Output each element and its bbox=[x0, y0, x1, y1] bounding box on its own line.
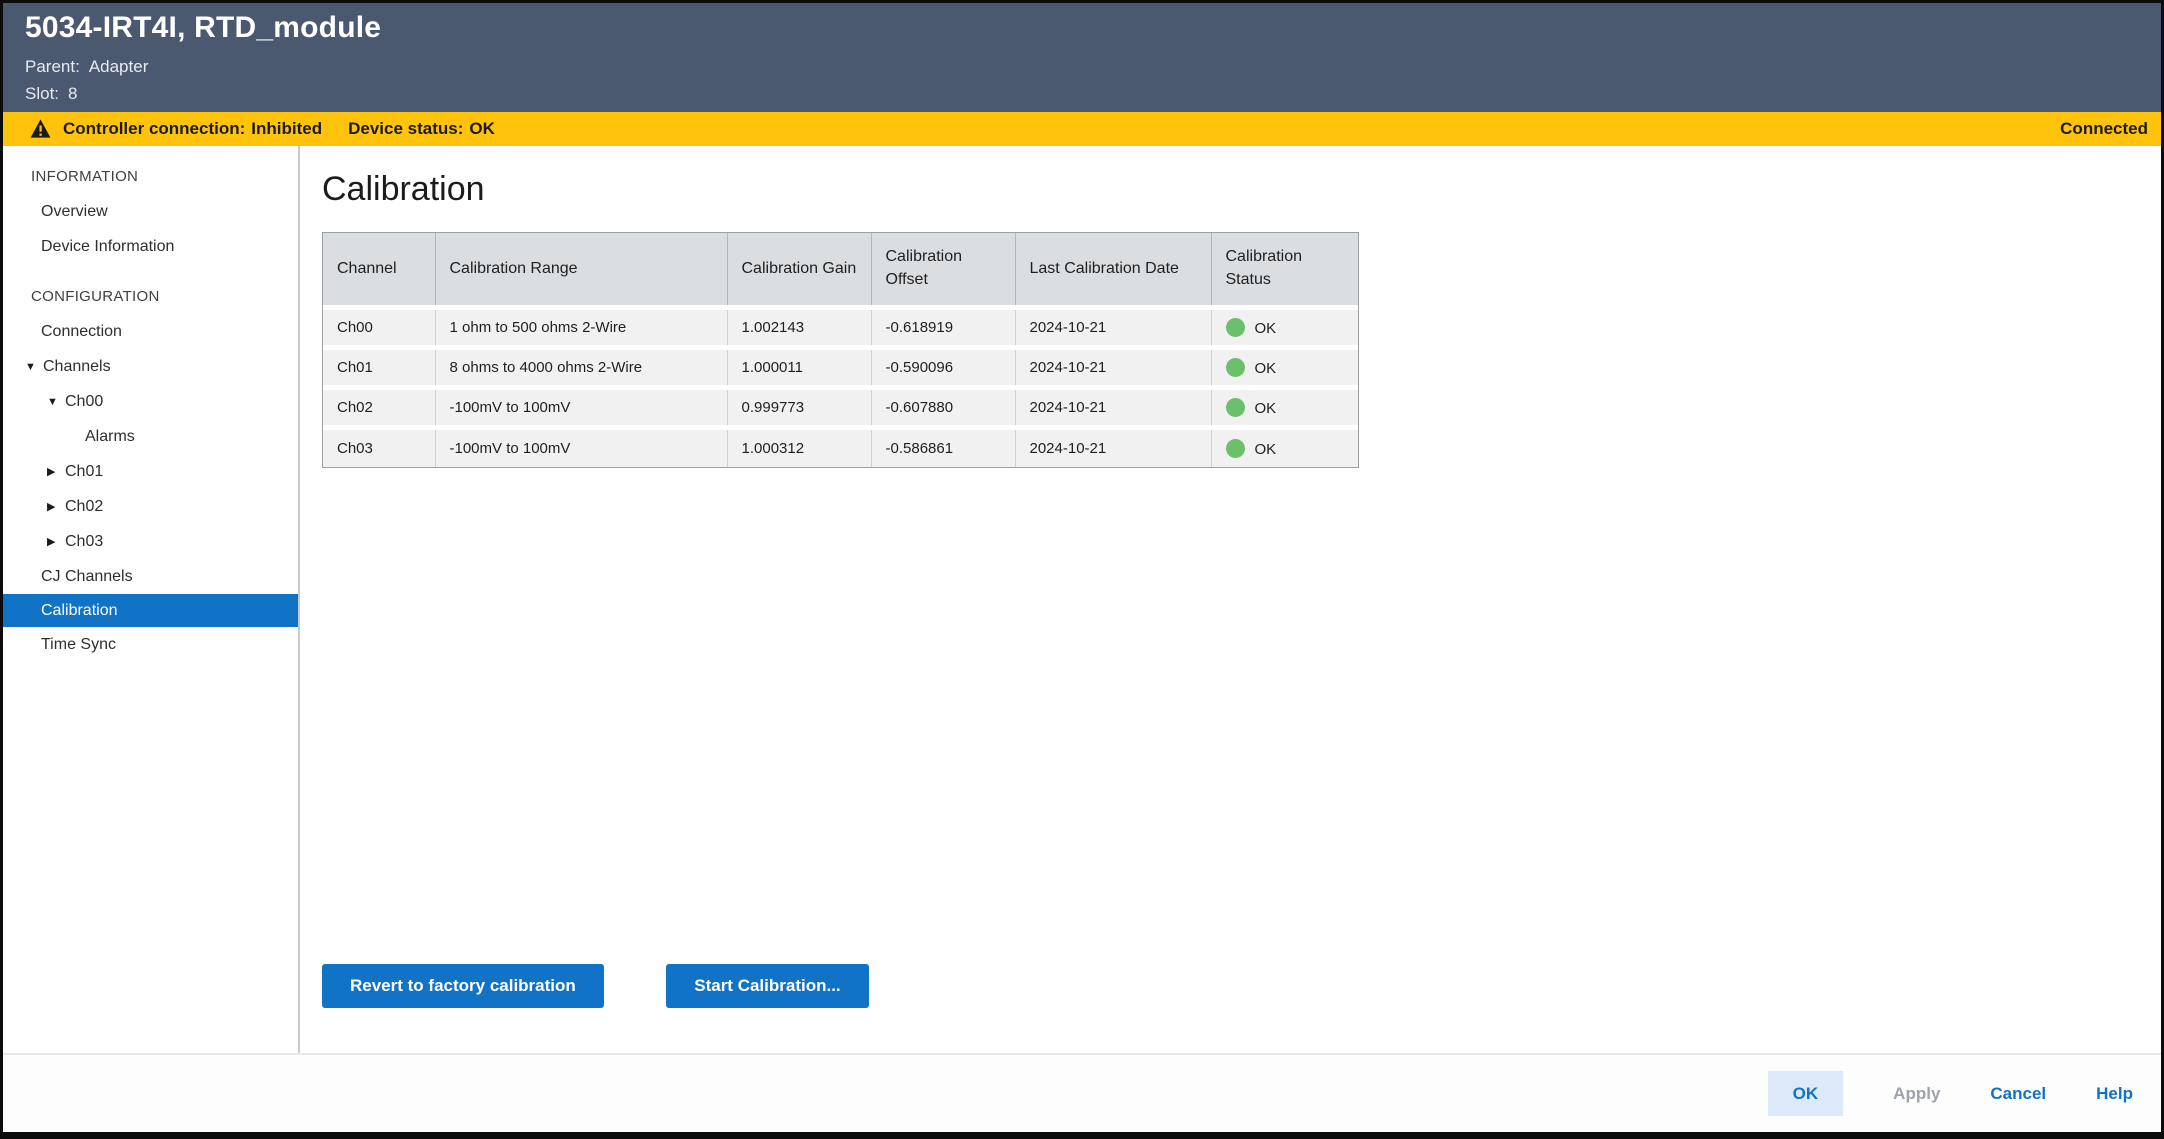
cell-range: 8 ohms to 4000 ohms 2-Wire bbox=[435, 347, 727, 387]
apply-button[interactable]: Apply bbox=[1893, 1084, 1940, 1104]
cell-status: OK bbox=[1211, 307, 1358, 347]
cell-date: 2024-10-21 bbox=[1015, 347, 1211, 387]
device-status-value: OK bbox=[469, 119, 495, 138]
connection-state: Connected bbox=[2060, 119, 2148, 139]
nav-section-configuration: CONFIGURATION bbox=[3, 279, 298, 314]
sidebar-item-overview[interactable]: Overview bbox=[3, 194, 298, 229]
col-header-calibration-gain: Calibration Gain bbox=[727, 233, 871, 307]
col-header-calibration-range: Calibration Range bbox=[435, 233, 727, 307]
status-bar: Controller connection: Inhibited Device s… bbox=[3, 112, 2161, 146]
cell-status: OK bbox=[1211, 387, 1358, 427]
cell-gain: 1.000011 bbox=[727, 347, 871, 387]
sidebar-item-ch03[interactable]: Ch03 bbox=[3, 524, 298, 559]
sidebar-item-cj-channels[interactable]: CJ Channels bbox=[3, 559, 298, 594]
sidebar-item-ch02[interactable]: Ch02 bbox=[3, 489, 298, 524]
slot-value: 8 bbox=[68, 84, 77, 103]
col-header-last-calibration-date: Last Calibration Date bbox=[1015, 233, 1211, 307]
cell-channel: Ch01 bbox=[323, 347, 435, 387]
slot-label: Slot: bbox=[25, 84, 59, 103]
module-properties-window: 5034-IRT4I, RTD_module Parent: Adapter Sl… bbox=[0, 0, 2164, 1139]
cell-channel: Ch03 bbox=[323, 427, 435, 467]
col-header-calibration-offset: Calibration Offset bbox=[871, 233, 1015, 307]
cell-range: -100mV to 100mV bbox=[435, 387, 727, 427]
calibration-actions: Revert to factory calibration Start Cali… bbox=[322, 964, 869, 1008]
sidebar-item-connection[interactable]: Connection bbox=[3, 314, 298, 349]
warning-triangle-icon bbox=[30, 119, 51, 138]
sidebar-item-channels[interactable]: Channels bbox=[3, 349, 298, 384]
dialog-footer: OK Apply Cancel Help bbox=[3, 1053, 2161, 1132]
col-header-calibration-status: Calibration Status bbox=[1211, 233, 1358, 307]
table-row-ch00: Ch00 1 ohm to 500 ohms 2-Wire 1.002143 -… bbox=[323, 307, 1358, 347]
device-status: Device status: OK bbox=[348, 119, 495, 139]
table-row-ch02: Ch02 -100mV to 100mV 0.999773 -0.607880 … bbox=[323, 387, 1358, 427]
cell-status: OK bbox=[1211, 427, 1358, 467]
chevron-down-icon[interactable] bbox=[25, 361, 43, 373]
cell-offset: -0.590096 bbox=[871, 347, 1015, 387]
chevron-right-icon[interactable] bbox=[47, 500, 65, 513]
chevron-down-icon[interactable] bbox=[47, 396, 65, 408]
col-header-channel: Channel bbox=[323, 233, 435, 307]
cell-channel: Ch02 bbox=[323, 387, 435, 427]
parent-info: Parent: Adapter bbox=[25, 53, 2139, 80]
status-ok-icon bbox=[1226, 358, 1245, 377]
table-row-ch01: Ch01 8 ohms to 4000 ohms 2-Wire 1.000011… bbox=[323, 347, 1358, 387]
ok-button[interactable]: OK bbox=[1768, 1071, 1844, 1116]
slot-info: Slot: 8 bbox=[25, 80, 2139, 107]
help-button[interactable]: Help bbox=[2096, 1084, 2133, 1104]
start-calibration-button[interactable]: Start Calibration... bbox=[666, 964, 868, 1008]
page-heading: Calibration bbox=[322, 170, 2161, 209]
body: INFORMATION Overview Device Information … bbox=[3, 146, 2161, 1053]
controller-connection-status: Controller connection: Inhibited bbox=[63, 119, 322, 139]
table-header-row: Channel Calibration Range Calibration Ga… bbox=[323, 233, 1358, 307]
main-content: Calibration Channel Calibration Range Ca… bbox=[300, 146, 2161, 1053]
status-ok-icon bbox=[1226, 398, 1245, 417]
nav-section-information: INFORMATION bbox=[3, 159, 298, 194]
cell-gain: 1.002143 bbox=[727, 307, 871, 347]
chevron-right-icon[interactable] bbox=[47, 535, 65, 548]
cell-offset: -0.607880 bbox=[871, 387, 1015, 427]
calibration-table: Channel Calibration Range Calibration Ga… bbox=[322, 232, 1359, 468]
sidebar-item-ch01[interactable]: Ch01 bbox=[3, 454, 298, 489]
controller-connection-value: Inhibited bbox=[251, 119, 322, 138]
cell-date: 2024-10-21 bbox=[1015, 387, 1211, 427]
cell-range: 1 ohm to 500 ohms 2-Wire bbox=[435, 307, 727, 347]
parent-label: Parent: bbox=[25, 57, 80, 76]
revert-to-factory-calibration-button[interactable]: Revert to factory calibration bbox=[322, 964, 604, 1008]
sidebar-item-alarms[interactable]: Alarms bbox=[3, 419, 298, 454]
titlebar: 5034-IRT4I, RTD_module Parent: Adapter Sl… bbox=[3, 3, 2161, 112]
sidebar-item-device-information[interactable]: Device Information bbox=[3, 229, 298, 264]
cell-date: 2024-10-21 bbox=[1015, 307, 1211, 347]
device-status-label: Device status: bbox=[348, 119, 463, 138]
cell-offset: -0.618919 bbox=[871, 307, 1015, 347]
cell-gain: 0.999773 bbox=[727, 387, 871, 427]
cell-status: OK bbox=[1211, 347, 1358, 387]
cell-offset: -0.586861 bbox=[871, 427, 1015, 467]
cell-range: -100mV to 100mV bbox=[435, 427, 727, 467]
status-ok-icon bbox=[1226, 318, 1245, 337]
sidebar-item-calibration[interactable]: Calibration bbox=[3, 594, 298, 627]
window-title: 5034-IRT4I, RTD_module bbox=[25, 11, 2139, 45]
sidebar-item-time-sync[interactable]: Time Sync bbox=[3, 627, 298, 662]
cell-channel: Ch00 bbox=[323, 307, 435, 347]
cell-date: 2024-10-21 bbox=[1015, 427, 1211, 467]
table-row-ch03: Ch03 -100mV to 100mV 1.000312 -0.586861 … bbox=[323, 427, 1358, 467]
sidebar-item-ch00[interactable]: Ch00 bbox=[3, 384, 298, 419]
cancel-button[interactable]: Cancel bbox=[1990, 1084, 2046, 1104]
navigation-sidebar: INFORMATION Overview Device Information … bbox=[3, 146, 300, 1053]
controller-connection-label: Controller connection: bbox=[63, 119, 245, 138]
parent-value: Adapter bbox=[89, 57, 149, 76]
status-ok-icon bbox=[1226, 439, 1245, 458]
chevron-right-icon[interactable] bbox=[47, 465, 65, 478]
cell-gain: 1.000312 bbox=[727, 427, 871, 467]
